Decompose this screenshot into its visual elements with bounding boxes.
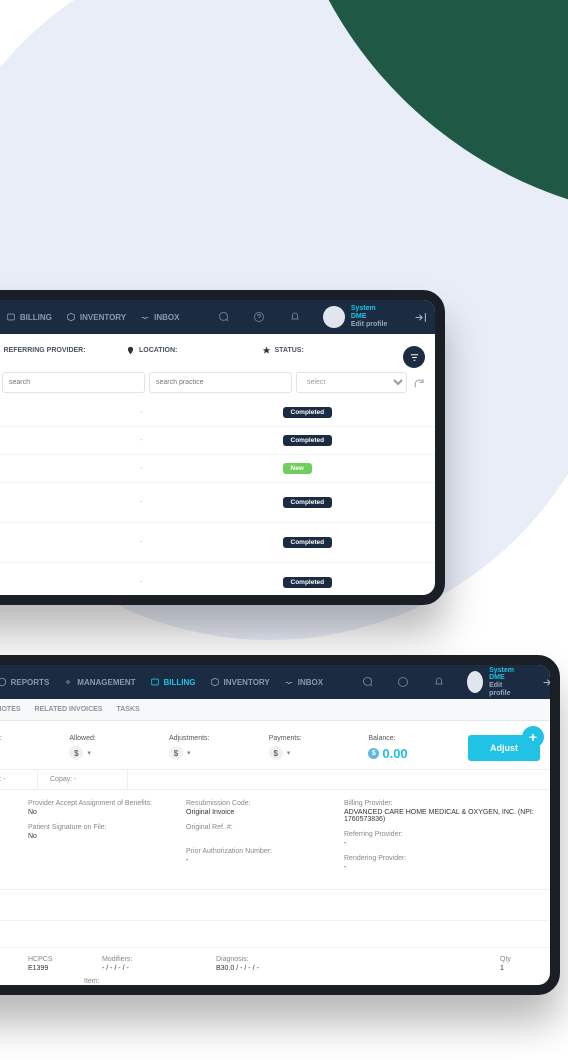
status-badge: Completed xyxy=(283,407,333,418)
chat-icon[interactable] xyxy=(217,311,229,323)
chevron-down-icon: ▾ xyxy=(287,749,291,757)
nav-management[interactable]: MANAGEMENT xyxy=(63,677,135,687)
table-row[interactable]: 06/10/202012:37 PM - - Completed xyxy=(0,399,435,427)
logout-icon[interactable] xyxy=(414,311,427,324)
copay-cell: Copay: - xyxy=(40,770,128,789)
money-bar: rge: $0.00 Sales Tax: $▾ Allowed: $▾ Adj… xyxy=(0,721,550,770)
bell-icon[interactable] xyxy=(289,311,301,323)
nav-inbox[interactable]: INBOX xyxy=(140,312,179,322)
table-row[interactable]: 06/08/202011:51 AM - - Completed xyxy=(0,427,435,455)
avatar xyxy=(467,671,483,693)
search-row: select xyxy=(0,372,435,399)
line-header-row: E 1: Multiple Price Options xyxy=(0,921,550,948)
top-nav-2: PATIENTS ORDERS REPORTS MANAGEMENT BILLI… xyxy=(0,665,550,699)
dollar-icon: $ xyxy=(169,746,183,760)
gear-icon xyxy=(63,677,73,687)
device-billing: PATIENTS ORDERS REPORTS MANAGEMENT BILLI… xyxy=(0,655,560,995)
salestax-cell[interactable]: Sales Tax: $▾ xyxy=(0,735,51,760)
inbox-icon xyxy=(284,677,294,687)
device-orders: REPORTS MANAGEMENT BILLING INVENTORY INB… xyxy=(0,290,445,605)
nav-billing[interactable]: BILLING xyxy=(150,677,196,687)
table-row[interactable]: 06/05/202011:45 AM - - Completed xyxy=(0,483,435,523)
nav-billing[interactable]: BILLING xyxy=(6,312,52,322)
status-badge: Completed xyxy=(283,577,333,588)
top-nav: REPORTS MANAGEMENT BILLING INVENTORY INB… xyxy=(0,300,435,334)
reports-icon xyxy=(0,677,7,687)
table-row[interactable]: 06/04/202002:25 PM - - Completed xyxy=(0,563,435,603)
chevron-down-icon: ▾ xyxy=(87,749,91,757)
coinsurance-cell: Coinsurance: - xyxy=(0,770,38,789)
filter-icon xyxy=(409,352,420,363)
status-badge: Completed xyxy=(283,537,333,548)
status-badge: Completed xyxy=(283,435,333,446)
billing-icon xyxy=(150,677,160,687)
nav-reports[interactable]: REPORTS xyxy=(0,677,49,687)
adjustments-cell[interactable]: Adjustments: $▾ xyxy=(169,735,251,760)
subtabs: S/ERA INSURANCE AUDIT NOTES RELATED INVO… xyxy=(0,699,550,721)
user-block[interactable]: System DME Edit profile xyxy=(467,667,520,698)
item-label: Item: xyxy=(84,978,212,985)
tab-notes[interactable]: NOTES xyxy=(0,706,21,713)
tab-related[interactable]: RELATED INVOICES xyxy=(35,706,103,713)
star-icon xyxy=(262,346,271,355)
user-block[interactable]: System DME Edit profile xyxy=(323,305,392,328)
pin-icon xyxy=(126,346,135,355)
chat-icon[interactable] xyxy=(361,676,373,688)
diagnosis-chip-row: toconjunctivitis due to adenovirus xyxy=(0,890,550,921)
inventory-icon xyxy=(210,677,220,687)
dollar-icon: $ xyxy=(69,746,83,760)
status-badge: Completed xyxy=(283,497,333,508)
line-columns: - 06/30/2020 POS 12 HCPCS E1399 Modifier… xyxy=(0,948,550,974)
equipment-desc: dical equipment mi xyxy=(0,978,70,992)
table-body: 06/10/202012:37 PM - - Completed 06/08/2… xyxy=(0,399,435,603)
nav-inventory[interactable]: INVENTORY xyxy=(66,312,126,322)
dollar-icon: $ xyxy=(269,746,283,760)
add-button[interactable]: + xyxy=(522,726,544,748)
col-location: LOCATION: xyxy=(126,346,258,355)
help-icon[interactable] xyxy=(397,676,409,688)
col-status: STATUS: xyxy=(262,346,394,355)
tab-tasks[interactable]: TASKS xyxy=(116,706,139,713)
avatar xyxy=(323,306,344,328)
help-icon[interactable] xyxy=(253,311,265,323)
search-referring[interactable] xyxy=(2,372,145,393)
table-row[interactable]: 06/08/202010:14 AM - - New xyxy=(0,455,435,483)
subtotals-row: ctible - Coinsurance: - Copay: - xyxy=(0,770,550,790)
details-section: ure on File: s on File: Provider Accept … xyxy=(0,790,550,890)
inbox-icon xyxy=(140,312,150,322)
nav-inbox[interactable]: INBOX xyxy=(284,677,323,687)
table-header-row: CREATED: REFERRING PROVIDER: LOCATION: S… xyxy=(0,334,435,372)
filter-button[interactable] xyxy=(403,346,425,368)
logout-icon[interactable] xyxy=(542,676,555,689)
bell-icon[interactable] xyxy=(433,676,445,688)
search-status[interactable]: select xyxy=(296,372,407,393)
item-name: Regression #1 Serialized and Lotted Item xyxy=(84,985,212,992)
billing-icon xyxy=(6,312,16,322)
refresh-icon[interactable] xyxy=(413,377,425,389)
allowed-cell[interactable]: Allowed: $▾ xyxy=(69,735,151,760)
search-location[interactable] xyxy=(149,372,292,393)
inventory-icon xyxy=(66,312,76,322)
chevron-down-icon: ▾ xyxy=(187,749,191,757)
payments-cell[interactable]: Payments: $▾ xyxy=(269,735,351,760)
balance-cell: Balance: $0.00 xyxy=(368,735,450,761)
col-referring: REFERRING PROVIDER: xyxy=(0,346,122,355)
nav-inventory[interactable]: INVENTORY xyxy=(210,677,270,687)
dollar-icon: $ xyxy=(368,748,379,759)
status-badge: New xyxy=(283,463,312,474)
table-row[interactable]: 06/04/202002:26 PM - - Completed xyxy=(0,523,435,563)
